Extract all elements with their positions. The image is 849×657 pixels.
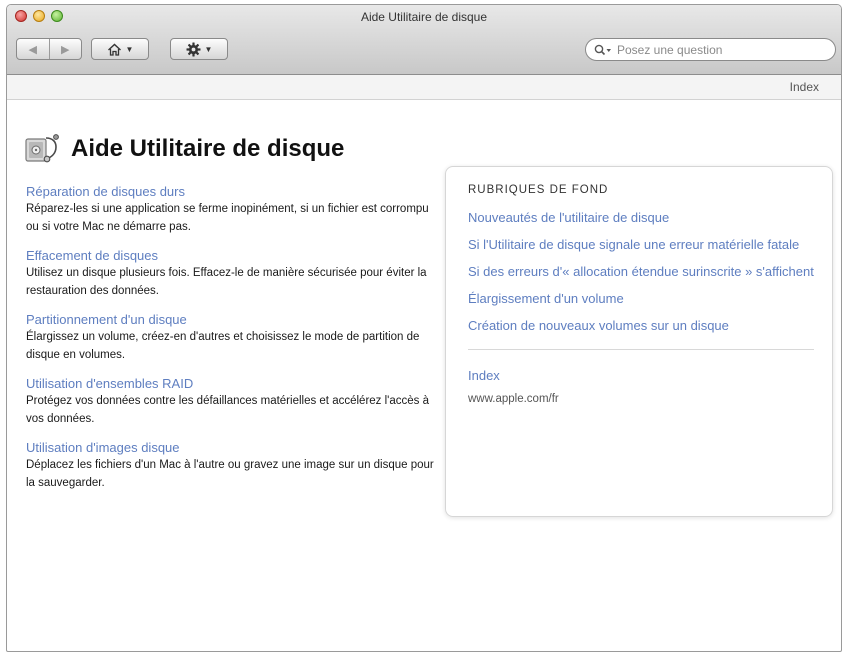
topic-description: Élargissez un volume, créez-en d'autres … (26, 331, 420, 361)
home-menu-button[interactable]: ▼ (91, 38, 149, 60)
chevron-down-icon: ▼ (125, 44, 134, 54)
topic-description: Déplacez les fichiers d'un Mac à l'autre… (26, 459, 434, 489)
topic-description: Protégez vos données contre les défailla… (26, 395, 429, 425)
topic-link-raid[interactable]: Utilisation d'ensembles RAID (26, 375, 434, 392)
index-link[interactable]: Index (790, 80, 819, 94)
topics-list: Réparation de disques durs Réparez-les s… (26, 183, 434, 503)
topic-link-reparation[interactable]: Réparation de disques durs (26, 183, 434, 200)
apple-website-link[interactable]: www.apple.com/fr (468, 393, 814, 405)
sidebar-index-link[interactable]: Index (468, 366, 814, 385)
home-icon (107, 43, 121, 56)
sidebar-link-erreur-materielle[interactable]: Si l'Utilitaire de disque signale une er… (468, 235, 814, 254)
back-button[interactable]: ◀ (17, 39, 49, 59)
page-title: Aide Utilitaire de disque (71, 135, 345, 162)
disk-utility-stethoscope-icon (25, 134, 59, 163)
index-bar: Index (7, 75, 841, 100)
topic-link-partitionnement[interactable]: Partitionnement d'un disque (26, 311, 434, 328)
help-window: Aide Utilitaire de disque ◀ ▶ ▼ ▼ Posez … (6, 4, 842, 652)
topic-item: Utilisation d'ensembles RAID Protégez vo… (26, 375, 434, 428)
topic-link-images-disque[interactable]: Utilisation d'images disque (26, 439, 434, 456)
action-menu-button[interactable]: ▼ (170, 38, 228, 60)
topic-item: Partitionnement d'un disque Élargissez u… (26, 311, 434, 364)
search-field[interactable] (585, 38, 836, 61)
panel-heading: RUBRIQUES DE FOND (468, 184, 609, 196)
search-input[interactable] (615, 41, 819, 58)
sidebar-link-elargissement[interactable]: Élargissement d'un volume (468, 289, 814, 308)
background-topics-panel: RUBRIQUES DE FOND Nouveautés de l'utilit… (445, 166, 833, 517)
topic-description: Utilisez un disque plusieurs fois. Effac… (26, 267, 427, 297)
magnifier-icon[interactable] (594, 44, 612, 56)
topic-item: Réparation de disques durs Réparez-les s… (26, 183, 434, 236)
topic-item: Utilisation d'images disque Déplacez les… (26, 439, 434, 492)
chevron-down-icon: ▼ (204, 44, 213, 54)
gear-icon (186, 42, 201, 56)
sidebar-link-nouveautes[interactable]: Nouveautés de l'utilitaire de disque (468, 208, 814, 227)
forward-arrow-icon: ▶ (61, 43, 70, 56)
forward-button[interactable]: ▶ (48, 39, 82, 59)
page-header: Aide Utilitaire de disque (23, 133, 344, 165)
topic-item: Effacement de disques Utilisez un disque… (26, 247, 434, 300)
topic-description: Réparez-les si une application se ferme … (26, 203, 429, 233)
sidebar-link-allocation-etendue[interactable]: Si des erreurs d'« allocation étendue su… (468, 262, 814, 281)
back-arrow-icon: ◀ (28, 43, 37, 56)
topic-link-effacement[interactable]: Effacement de disques (26, 247, 434, 264)
window-title: Aide Utilitaire de disque (360, 10, 488, 24)
titlebar: Aide Utilitaire de disque ◀ ▶ ▼ ▼ Posez … (7, 5, 841, 75)
sidebar-link-creation-volumes[interactable]: Création de nouveaux volumes sur un disq… (468, 316, 814, 335)
navigation-buttons: ◀ ▶ (16, 38, 82, 60)
panel-divider (468, 349, 814, 350)
